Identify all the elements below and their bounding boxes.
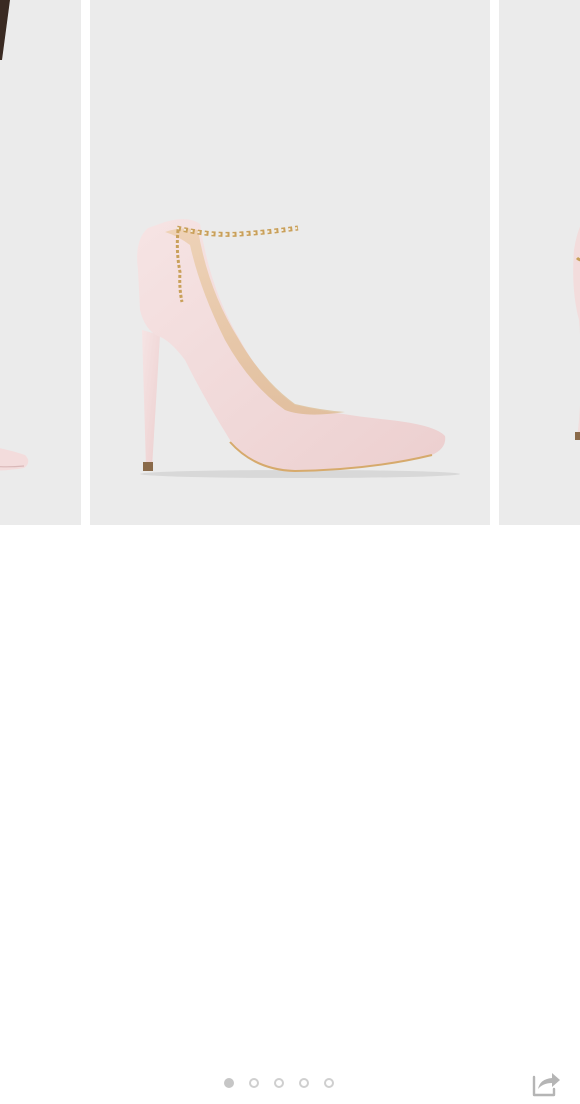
carousel-dot-2[interactable] [249, 1078, 259, 1088]
shoe-image-partial-left [0, 0, 29, 471]
carousel-slide-previous[interactable] [0, 0, 81, 525]
share-button[interactable] [528, 1065, 562, 1099]
shoe-image-partial-right [573, 226, 580, 440]
carousel-slide-next[interactable] [499, 0, 580, 525]
carousel-controls [0, 525, 580, 1097]
share-icon [532, 1073, 560, 1097]
carousel-dot-3[interactable] [274, 1078, 284, 1088]
carousel-dot-1[interactable] [224, 1078, 234, 1088]
carousel-dot-5[interactable] [324, 1078, 334, 1088]
carousel-pagination [224, 1078, 334, 1092]
carousel-slide-current[interactable] [90, 0, 490, 525]
carousel-dot-4[interactable] [299, 1078, 309, 1088]
image-carousel[interactable] [0, 0, 580, 525]
shoe-image-main [137, 218, 460, 478]
